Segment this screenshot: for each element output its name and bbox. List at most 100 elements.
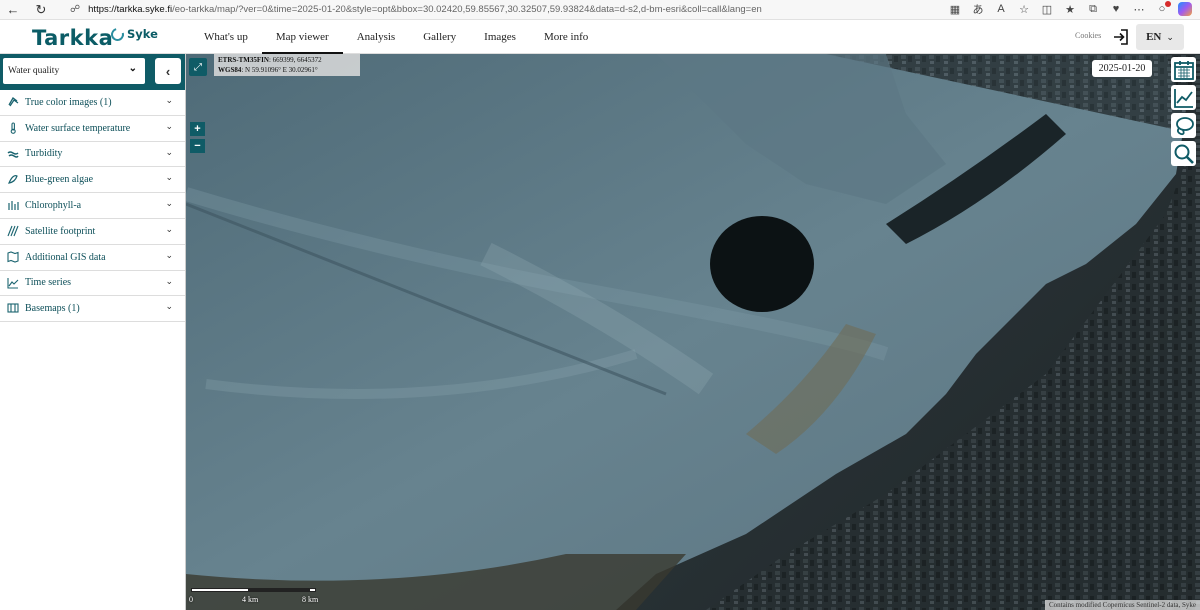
translate-icon[interactable]: あ — [971, 2, 985, 16]
sidebar-item-label: Blue-green algae — [25, 174, 94, 186]
tarkka-logo[interactable]: Tarkka — [32, 26, 113, 50]
layer-category-select[interactable]: Water quality ⌄ — [3, 58, 145, 84]
sidebar-item-water-temperature[interactable]: Water surface temperature ⌄ — [0, 116, 185, 142]
tab-more-info[interactable]: More info — [530, 20, 602, 54]
chevron-down-icon: ⌄ — [1166, 31, 1174, 42]
main-nav: What's up Map viewer Analysis Gallery Im… — [190, 20, 602, 55]
sidebar-item-additional-gis[interactable]: Additional GIS data ⌄ — [0, 245, 185, 271]
coords-etrs-label: ETRS-TM35FIN — [218, 56, 269, 64]
more-options-icon[interactable]: ⋯ — [1132, 2, 1146, 16]
sidebar-item-true-color[interactable]: True color images (1) ⌄ — [0, 90, 185, 116]
scale-segment — [192, 589, 248, 591]
chlorophyll-icon — [7, 199, 19, 211]
copilot-icon[interactable] — [1178, 2, 1192, 16]
login-icon[interactable] — [1111, 27, 1131, 47]
search-button[interactable] — [1171, 141, 1196, 166]
sidebar-item-label: Time series — [25, 277, 72, 289]
zoom-in-button[interactable]: + — [190, 122, 205, 136]
favorite-star-icon[interactable]: ☆ — [1017, 2, 1031, 16]
tab-whats-up[interactable]: What's up — [190, 20, 262, 54]
algae-icon — [7, 173, 19, 185]
sidebar-item-blue-green-algae[interactable]: Blue-green algae ⌄ — [0, 167, 185, 194]
scale-bar: 0 4 km 8 km — [189, 586, 323, 606]
site-info-icon[interactable]: ☍ — [70, 4, 80, 15]
browser-essentials-icon[interactable]: ♥ — [1109, 2, 1123, 16]
sidebar-header: Water quality ⌄ ‹ — [0, 54, 185, 90]
address-bar[interactable]: ☍ https://tarkka.syke.fi/eo-tarkka/map/?… — [60, 1, 900, 18]
map-attribution: Contains modified Copernicus Sentinel-2 … — [1045, 600, 1200, 610]
chevron-down-icon: ⌄ — [165, 198, 173, 209]
map-layers-icon — [7, 251, 19, 263]
zoom-out-button[interactable]: − — [190, 139, 205, 153]
coords-etrs: ETRS-TM35FIN: 669399, 6645372 — [218, 55, 356, 65]
chevron-down-icon: ⌄ — [165, 301, 173, 312]
syke-ring-icon — [108, 25, 127, 43]
tab-map-viewer[interactable]: Map viewer — [261, 20, 343, 55]
calendar-button[interactable] — [1171, 57, 1196, 82]
scale-label: 8 km — [302, 595, 319, 604]
sidebar-item-satellite-footprint[interactable]: Satellite footprint ⌄ — [0, 219, 185, 245]
satellite-image — [186, 54, 1200, 610]
search-icon — [1174, 144, 1194, 164]
notifications-icon[interactable]: ○ — [1155, 1, 1171, 16]
chevron-down-icon: ⌄ — [165, 249, 173, 260]
tab-images[interactable]: Images — [470, 20, 530, 54]
url-host: https://tarkka.syke.fi — [88, 4, 173, 15]
sidebar-item-label: Additional GIS data — [25, 251, 106, 263]
apps-icon[interactable]: ▦ — [948, 2, 962, 16]
syke-label: Syke — [127, 27, 158, 41]
time-series-button[interactable] — [1171, 85, 1196, 110]
coordinates-readout: ETRS-TM35FIN: 669399, 6645372 WGS84: N 5… — [214, 54, 360, 76]
sidebar-item-turbidity[interactable]: Turbidity ⌄ — [0, 142, 185, 168]
basemap-icon — [7, 302, 19, 314]
syke-logo[interactable]: Syke — [108, 25, 158, 43]
footprint-icon — [7, 225, 19, 237]
back-icon[interactable]: ← — [2, 1, 24, 19]
cookies-link[interactable]: Cookies — [1075, 31, 1101, 40]
browser-actions: ▦ あ A ☆ ◫ ★ ⧉ ♥ ⋯ ○ — [948, 1, 1192, 16]
layer-menu: True color images (1) ⌄ Water surface te… — [0, 90, 185, 323]
collapse-sidebar-button[interactable]: ‹ — [155, 58, 181, 84]
line-chart-icon — [7, 277, 19, 289]
language-selector[interactable]: EN ⌄ — [1136, 24, 1184, 50]
chevron-down-icon: ⌄ — [165, 223, 173, 234]
sidebar-item-chlorophyll[interactable]: Chlorophyll-a ⌄ — [0, 193, 185, 219]
read-aloud-icon[interactable]: A — [994, 2, 1008, 16]
layer-category-value: Water quality — [8, 66, 60, 76]
calendar-icon — [1173, 60, 1194, 80]
tab-gallery[interactable]: Gallery — [409, 20, 470, 54]
collections-icon[interactable]: ⧉ — [1086, 2, 1100, 16]
date-badge[interactable]: 2025-01-20 — [1092, 60, 1152, 77]
scale-bar-line — [191, 588, 316, 592]
coords-wgs-label: WGS84 — [218, 66, 242, 74]
scale-label: 0 — [189, 595, 193, 604]
coords-wgs: WGS84: N 59.91096° E 30.02961° — [218, 65, 356, 75]
map-view[interactable]: ETRS-TM35FIN: 669399, 6645372 WGS84: N 5… — [186, 54, 1200, 610]
lasso-icon — [1175, 116, 1194, 135]
scale-segment — [248, 589, 310, 591]
scale-label: 4 km — [242, 595, 259, 604]
thermometer-icon — [7, 122, 19, 134]
coords-wgs-value: : N 59.91096° E 30.02961° — [241, 66, 318, 74]
sidebar-item-time-series[interactable]: Time series ⌄ — [0, 271, 185, 297]
chevron-down-icon: ⌄ — [165, 275, 173, 286]
sidebar-item-label: True color images (1) — [25, 96, 112, 108]
line-chart-icon — [1173, 88, 1193, 108]
sidebar-item-label: Chlorophyll-a — [25, 200, 82, 212]
language-label: EN — [1146, 31, 1162, 43]
split-screen-icon[interactable]: ◫ — [1040, 2, 1054, 16]
draw-area-button[interactable] — [1171, 113, 1196, 138]
sidebar-item-label: Water surface temperature — [25, 122, 131, 134]
url-path: /eo-tarkka/map/?ver=0&time=2025-01-20&st… — [172, 4, 762, 15]
coords-etrs-value: : 669399, 6645372 — [268, 56, 322, 64]
sidebar-item-label: Satellite footprint — [25, 225, 96, 237]
favorites-icon[interactable]: ★ — [1063, 2, 1077, 16]
sidebar: Water quality ⌄ ‹ True color images (1) … — [0, 54, 186, 610]
chevron-down-icon: ⌄ — [165, 172, 173, 183]
image-stack-icon — [7, 96, 19, 108]
sidebar-item-basemaps[interactable]: Basemaps (1) ⌄ — [0, 296, 185, 323]
fullscreen-icon[interactable]: ⤢ — [189, 58, 207, 76]
reload-icon[interactable]: ↻ — [30, 1, 52, 19]
tab-analysis[interactable]: Analysis — [343, 20, 410, 54]
turbidity-icon — [7, 148, 19, 160]
